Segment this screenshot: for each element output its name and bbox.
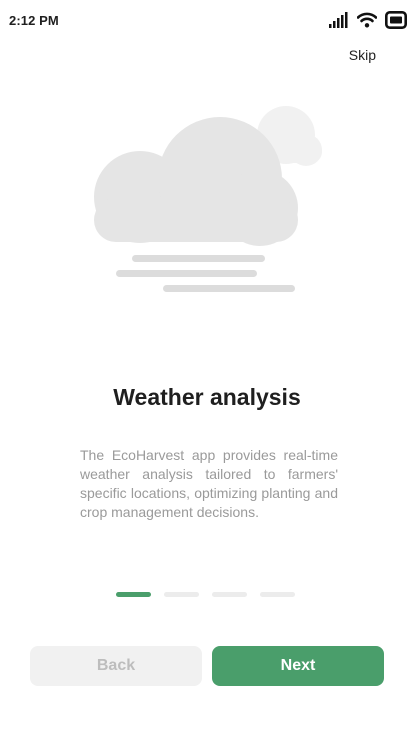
page-indicator-dot-2 bbox=[164, 592, 199, 597]
page-indicator-dot-4 bbox=[260, 592, 295, 597]
skip-button[interactable]: Skip bbox=[349, 47, 376, 63]
status-bar: 2:12 PM bbox=[0, 0, 414, 40]
battery-icon bbox=[385, 11, 407, 29]
next-button[interactable]: Next bbox=[212, 646, 384, 686]
status-time: 2:12 PM bbox=[9, 13, 59, 28]
weather-illustration bbox=[80, 100, 340, 300]
description-text: The EcoHarvest app provides real-time we… bbox=[80, 447, 338, 520]
wifi-icon bbox=[357, 12, 377, 28]
status-icons bbox=[329, 10, 407, 30]
page-indicator-dot-1 bbox=[116, 592, 151, 597]
cloudy-fog-icon bbox=[94, 106, 322, 292]
page-indicator bbox=[116, 592, 295, 597]
page-title: Weather analysis bbox=[113, 384, 301, 410]
back-button[interactable]: Back bbox=[30, 646, 202, 686]
signal-icon bbox=[329, 12, 349, 28]
page-indicator-dot-3 bbox=[212, 592, 247, 597]
